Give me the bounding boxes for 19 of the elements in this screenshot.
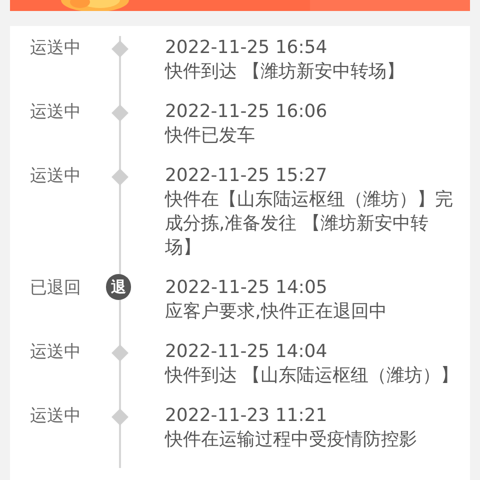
status-label: 运送中	[30, 341, 82, 364]
event-time: 2022-11-25 15:27	[164, 164, 328, 188]
event-time: 2022-11-25 14:05	[165, 276, 328, 300]
return-badge: 退	[106, 274, 132, 300]
event-description: 快件在【山东陆运枢纽（潍坊）】完成分拣,准备发往 【潍坊新安中转场】	[164, 188, 454, 260]
status-label: 运送中	[30, 37, 82, 60]
event-description: 快件已发车	[164, 124, 256, 148]
event-description: 快件在运输过程中受疫情防控影	[164, 428, 418, 452]
status-label: 运送中	[30, 405, 82, 428]
event-description: 快件到达 【潍坊新安中转场】	[164, 60, 406, 84]
status-label: 运送中	[30, 101, 82, 124]
event-time: 2022-11-23 11:21	[164, 404, 328, 428]
status-label: 已退回	[30, 277, 82, 300]
event-time: 2022-11-25 16:54	[164, 36, 328, 60]
event-description: 快件到达 【山东陆运枢纽（潍坊）】	[164, 364, 460, 388]
event-time: 2022-11-25 14:04	[164, 340, 328, 364]
event-time: 2022-11-25 16:06	[164, 100, 328, 124]
event-description: 应客户要求,快件正在退回中	[165, 300, 388, 324]
status-label: 运送中	[30, 165, 82, 188]
